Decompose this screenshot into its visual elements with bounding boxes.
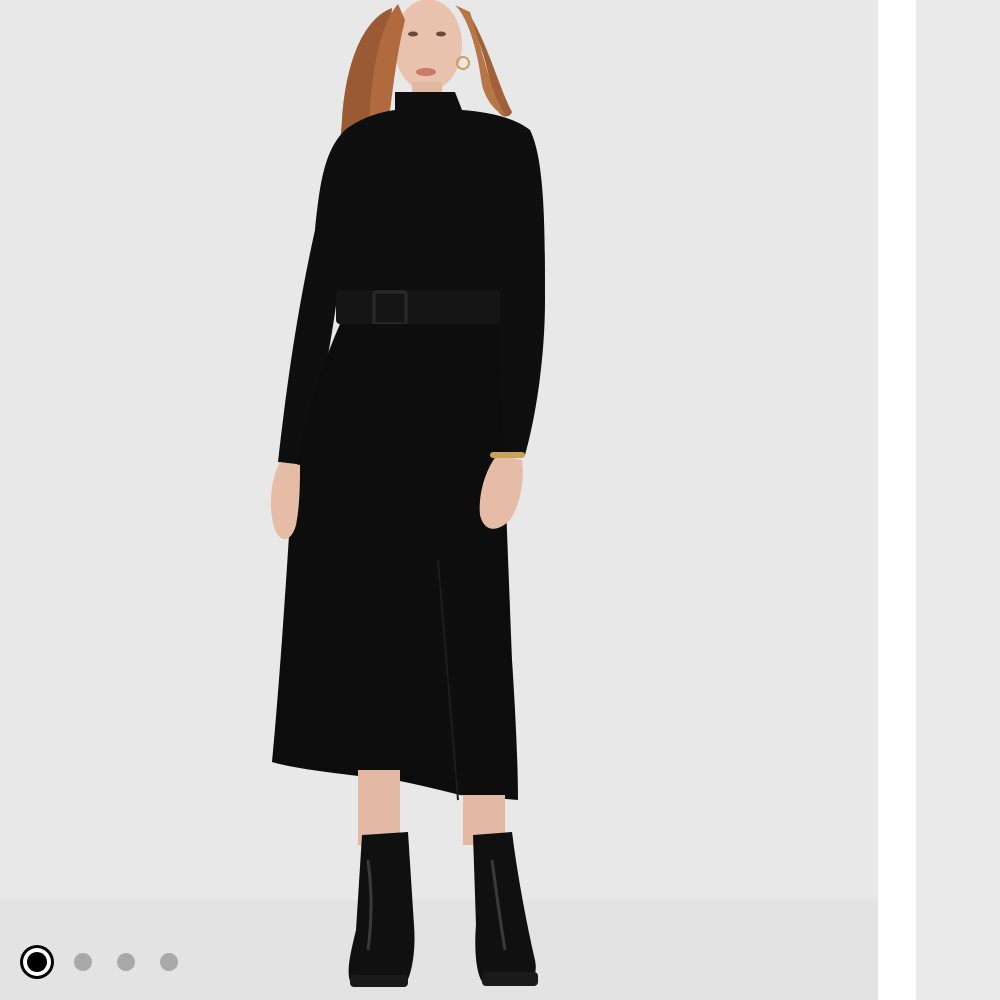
carousel-slide-next-peek[interactable]	[916, 0, 1000, 1000]
carousel-dot-4[interactable]	[160, 953, 178, 971]
product-image-viewer	[0, 0, 1000, 1000]
carousel-slide-active[interactable]	[0, 0, 878, 1000]
carousel-dot-3[interactable]	[117, 953, 135, 971]
product-photo	[0, 0, 878, 1000]
carousel-pagination	[20, 944, 178, 980]
carousel-dot-2[interactable]	[74, 953, 92, 971]
carousel-dot-1-active[interactable]	[20, 945, 54, 979]
